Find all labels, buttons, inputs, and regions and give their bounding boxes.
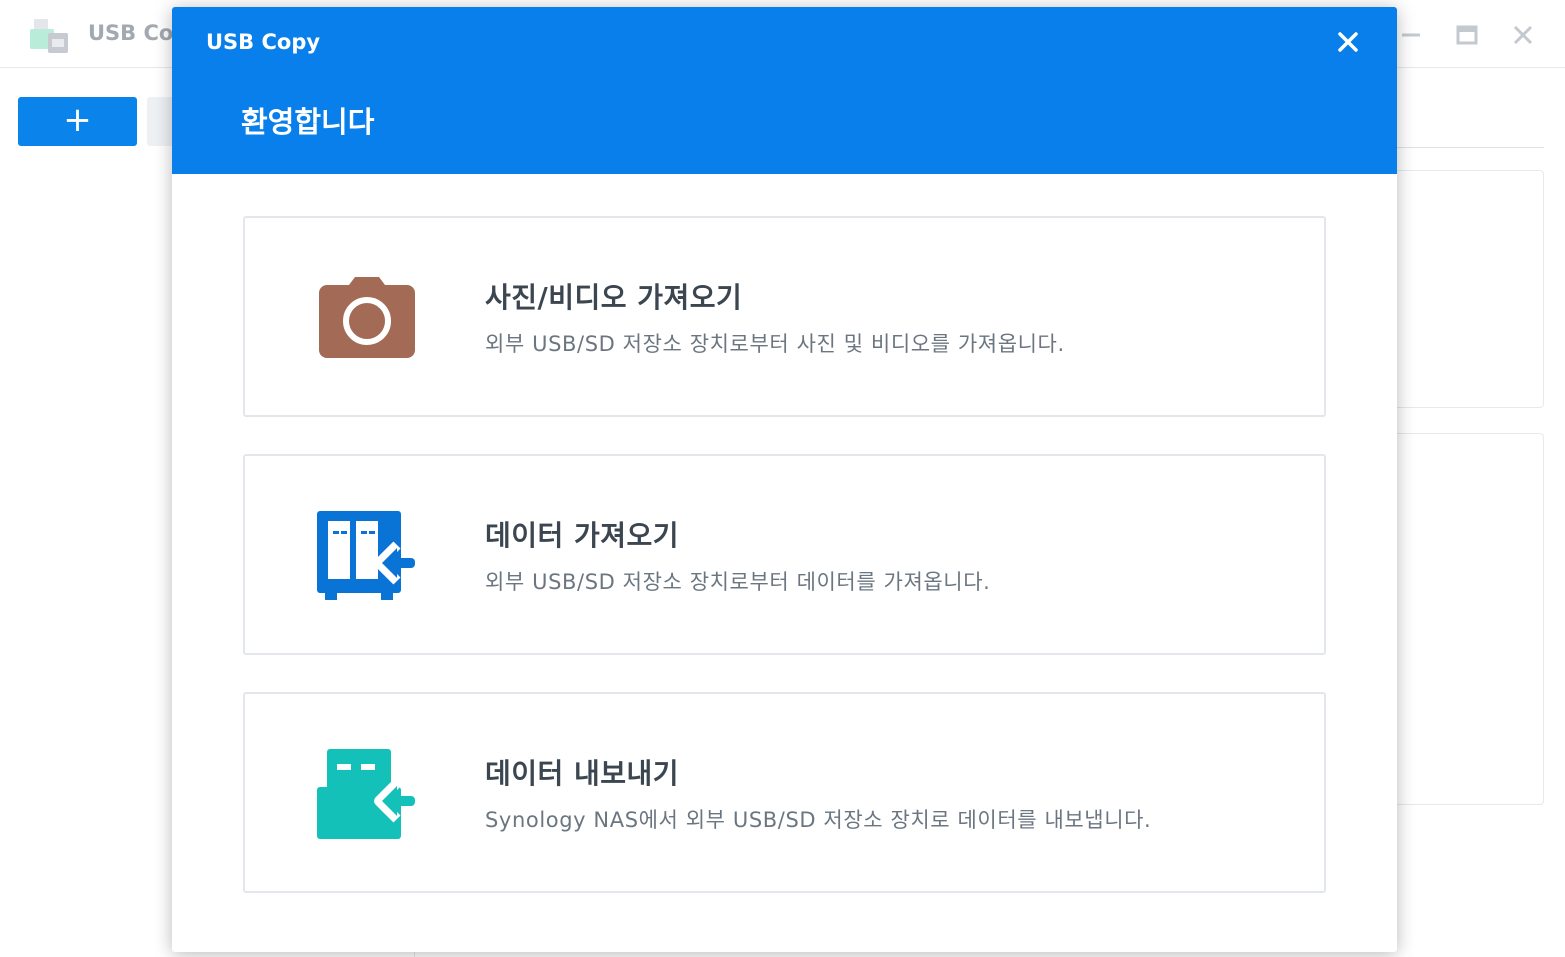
add-task-button[interactable]: + bbox=[18, 97, 137, 146]
welcome-dialog: USB Copy 환영합니다 사진/비디오 가져오기 외부 USB/SD 저장소… bbox=[172, 7, 1397, 952]
import-data-option[interactable]: 데이터 가져오기 외부 USB/SD 저장소 장치로부터 데이터를 가져옵니다. bbox=[243, 454, 1326, 655]
task-card[interactable] bbox=[1397, 170, 1544, 408]
option-description: 외부 USB/SD 저장소 장치로부터 데이터를 가져옵니다. bbox=[485, 570, 991, 594]
nas-import-icon bbox=[317, 511, 415, 600]
option-title: 데이터 내보내기 bbox=[485, 757, 680, 790]
usb-export-icon bbox=[317, 749, 415, 839]
task-card[interactable] bbox=[1397, 433, 1544, 805]
toolbar-divider bbox=[1397, 147, 1544, 148]
option-title: 데이터 가져오기 bbox=[485, 519, 680, 552]
minimize-icon[interactable] bbox=[1396, 20, 1426, 50]
welcome-heading: 환영합니다 bbox=[241, 105, 375, 139]
usb-copy-app-icon bbox=[30, 19, 68, 53]
dialog-title: USB Copy bbox=[206, 30, 321, 54]
option-description: 외부 USB/SD 저장소 장치로부터 사진 및 비디오를 가져옵니다. bbox=[485, 332, 1065, 356]
camera-icon bbox=[319, 277, 415, 358]
import-photos-option[interactable]: 사진/비디오 가져오기 외부 USB/SD 저장소 장치로부터 사진 및 비디오… bbox=[243, 216, 1326, 417]
dialog-header: USB Copy 환영합니다 bbox=[172, 7, 1397, 174]
window-close-icon[interactable] bbox=[1508, 20, 1538, 50]
close-icon[interactable] bbox=[1332, 26, 1364, 58]
option-title: 사진/비디오 가져오기 bbox=[485, 281, 743, 314]
maximize-icon[interactable] bbox=[1452, 20, 1482, 50]
app-title: USB Co bbox=[88, 21, 174, 45]
export-data-option[interactable]: 데이터 내보내기 Synology NAS에서 외부 USB/SD 저장소 장치… bbox=[243, 692, 1326, 893]
option-description: Synology NAS에서 외부 USB/SD 저장소 장치로 데이터를 내보… bbox=[485, 808, 1152, 832]
